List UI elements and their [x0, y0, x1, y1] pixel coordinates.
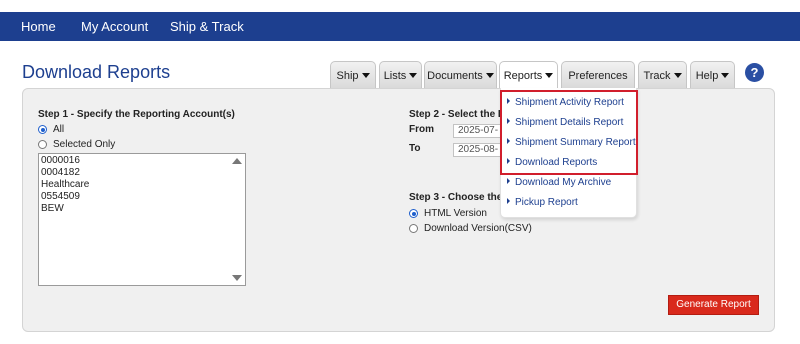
step2-heading: Step 2 - Select the D	[409, 109, 506, 120]
tab-documents-label: Documents	[427, 70, 483, 82]
menu-item-label: Download My Archive	[515, 177, 612, 188]
scroll-up-arrow-icon[interactable]	[232, 158, 242, 164]
caret-down-icon	[721, 72, 730, 78]
radio-html-version[interactable]	[409, 209, 418, 218]
tab-reports-label: Reports	[503, 70, 543, 82]
menu-item-label: Pickup Report	[515, 197, 578, 208]
bullet-arrow-icon	[507, 158, 510, 165]
tab-track[interactable]: Track	[638, 61, 687, 89]
bullet-arrow-icon	[507, 198, 510, 205]
nav-my-account-link[interactable]: My Account	[81, 12, 148, 41]
to-date-input[interactable]: 2025-08-	[453, 143, 501, 157]
bullet-arrow-icon	[507, 178, 510, 185]
menu-item-label: Shipment Details Report	[515, 117, 624, 128]
menu-item-download-reports[interactable]: Download Reports	[507, 155, 597, 171]
tab-help[interactable]: Help	[690, 61, 735, 89]
caret-down-icon	[409, 72, 418, 78]
from-date-input[interactable]: 2025-07-	[453, 124, 501, 138]
to-label: To	[409, 143, 421, 154]
tab-lists-label: Lists	[383, 70, 407, 82]
tab-preferences-label: Preferences	[568, 70, 628, 82]
menu-item-shipment-summary-report[interactable]: Shipment Summary Report	[507, 135, 636, 151]
list-item[interactable]: BEW	[41, 203, 64, 214]
radio-selected-only-label: Selected Only	[53, 139, 116, 150]
from-label: From	[409, 124, 434, 135]
tab-ship[interactable]: Ship	[330, 61, 376, 89]
radio-all-accounts[interactable]	[38, 125, 47, 134]
reports-dropdown-menu: Shipment Activity Report Shipment Detail…	[500, 88, 637, 218]
tab-reports[interactable]: Reports	[499, 61, 558, 89]
menu-item-shipment-activity-report[interactable]: Shipment Activity Report	[507, 95, 624, 111]
list-item[interactable]: 0000016	[41, 155, 80, 166]
menu-item-download-my-archive[interactable]: Download My Archive	[507, 175, 611, 191]
bullet-arrow-icon	[507, 118, 510, 125]
nav-ship-track-link[interactable]: Ship & Track	[170, 12, 244, 41]
tab-lists[interactable]: Lists	[379, 61, 422, 89]
menu-item-label: Shipment Activity Report	[515, 97, 624, 108]
accounts-listbox[interactable]: 0000016 0004182 Healthcare 0554509 BEW	[38, 153, 246, 286]
caret-down-icon	[485, 72, 494, 78]
caret-down-icon	[673, 72, 682, 78]
menu-item-label: Shipment Summary Report	[515, 137, 636, 148]
radio-csv-version[interactable]	[409, 224, 418, 233]
list-item[interactable]: Healthcare	[41, 179, 89, 190]
list-item[interactable]: 0004182	[41, 167, 80, 178]
tab-documents[interactable]: Documents	[424, 61, 497, 89]
scroll-down-arrow-icon[interactable]	[232, 275, 242, 281]
radio-html-label: HTML Version	[424, 208, 487, 219]
menu-item-label: Download Reports	[515, 157, 598, 168]
list-item[interactable]: 0554509	[41, 191, 80, 202]
radio-all-label: All	[53, 124, 65, 135]
menu-item-shipment-details-report[interactable]: Shipment Details Report	[507, 115, 623, 131]
help-question-icon[interactable]: ?	[745, 63, 764, 82]
tab-preferences[interactable]: Preferences	[561, 61, 635, 89]
caret-down-icon	[361, 72, 370, 78]
generate-report-button[interactable]: Generate Report	[668, 295, 759, 315]
nav-home-link[interactable]: Home	[21, 12, 56, 41]
tab-bar: Ship Lists Documents Reports Preferences…	[0, 61, 800, 89]
top-nav-bar: Home My Account Ship & Track	[0, 12, 800, 41]
step1-heading: Step 1 - Specify the Reporting Account(s…	[38, 109, 235, 120]
tab-ship-label: Ship	[336, 70, 359, 82]
menu-item-pickup-report[interactable]: Pickup Report	[507, 195, 578, 211]
radio-csv-label: Download Version(CSV)	[424, 223, 532, 234]
radio-selected-only[interactable]	[38, 140, 47, 149]
caret-down-icon	[545, 72, 554, 78]
bullet-arrow-icon	[507, 138, 510, 145]
step3-heading: Step 3 - Choose the	[409, 192, 503, 203]
bullet-arrow-icon	[507, 98, 510, 105]
tab-track-label: Track	[643, 70, 671, 82]
tab-help-label: Help	[695, 70, 719, 82]
